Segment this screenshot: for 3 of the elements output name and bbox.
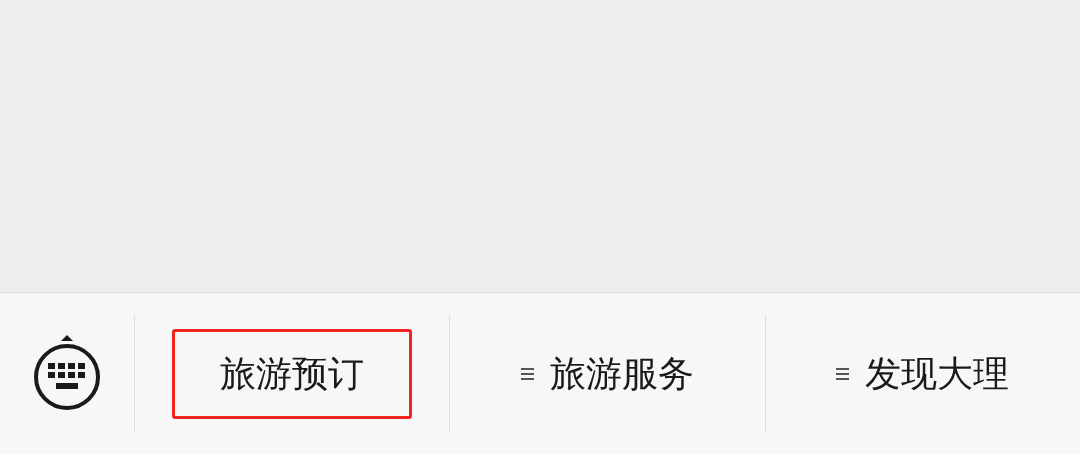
menu-item[interactable]: 旅游服务 bbox=[502, 328, 713, 419]
menu-item[interactable]: 旅游预订 bbox=[172, 328, 413, 419]
menu-item[interactable]: 发现大理 bbox=[817, 328, 1029, 419]
